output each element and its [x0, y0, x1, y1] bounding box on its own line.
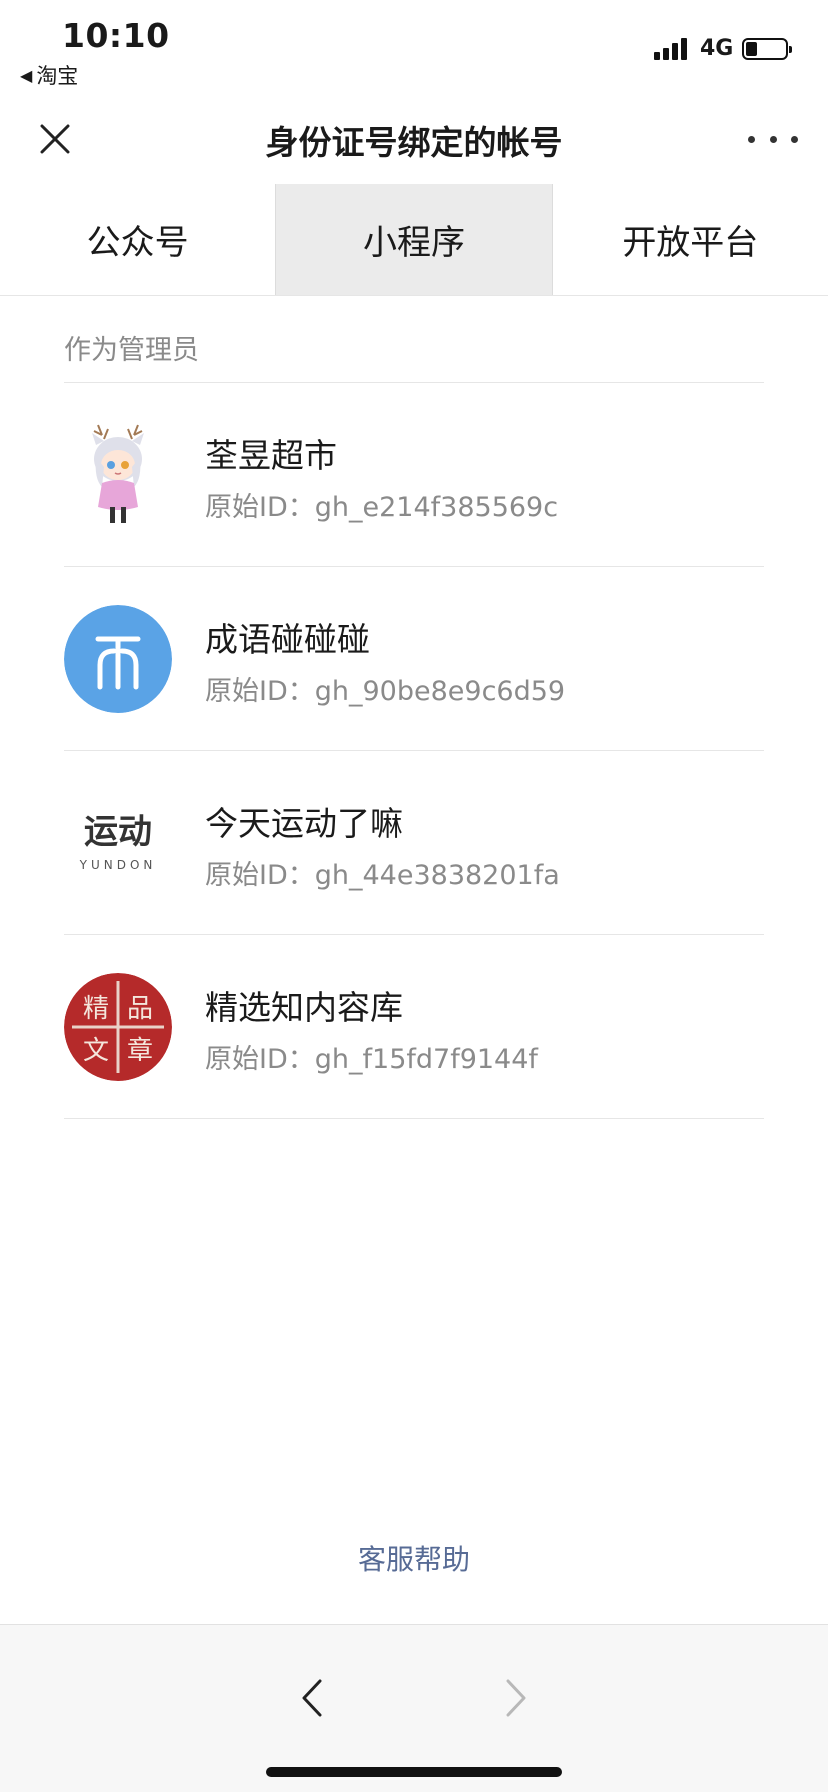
seal-logo-icon: 精 品 文 章: [64, 973, 172, 1081]
home-indicator[interactable]: [266, 1767, 562, 1777]
tab-official-account[interactable]: 公众号: [0, 184, 275, 295]
navigation-bar: 身份证号绑定的帐号: [0, 92, 828, 184]
item-original-id: 原始ID：gh_90be8e9c6d59: [205, 676, 566, 707]
item-original-id: 原始ID：gh_44e3838201fa: [205, 860, 560, 891]
list-item[interactable]: 成语碰碰碰 原始ID：gh_90be8e9c6d59: [64, 567, 764, 751]
logo-subtext: YUNDON: [79, 858, 157, 872]
seal-char: 章: [127, 1036, 153, 1066]
mini-program-list: 荃昱超市 原始ID：gh_e214f385569c 成语碰碰碰 原始ID：gh_…: [64, 382, 764, 1119]
forward-button[interactable]: [490, 1673, 540, 1723]
more-dot: [769, 135, 777, 143]
bottom-toolbar: [0, 1624, 828, 1792]
seal-char: 品: [127, 994, 153, 1024]
anime-girl-avatar-icon: [64, 421, 172, 529]
list-item[interactable]: 精 品 文 章 精选知内容库 原始ID：gh_f15fd7f9144f: [64, 935, 764, 1119]
list-item[interactable]: 荃昱超市 原始ID：gh_e214f385569c: [64, 383, 764, 567]
list-item[interactable]: 运动 YUNDON 今天运动了嘛 原始ID：gh_44e3838201fa: [64, 751, 764, 935]
back-to-app-link[interactable]: ◀ 淘宝: [20, 60, 78, 90]
battery-fill: [746, 42, 757, 56]
network-type: 4G: [700, 36, 734, 61]
tab-open-platform[interactable]: 开放平台: [553, 184, 828, 295]
chevron-left-icon: [302, 1679, 322, 1717]
blue-circle-logo-icon: [64, 605, 172, 713]
back-app-label: 淘宝: [36, 64, 79, 88]
item-original-id: 原始ID：gh_f15fd7f9144f: [205, 1044, 538, 1075]
signal-icon: [654, 38, 687, 60]
item-name: 今天运动了嘛: [205, 804, 403, 843]
item-name: 荃昱超市: [205, 436, 337, 475]
item-name: 精选知内容库: [205, 988, 403, 1027]
back-button[interactable]: [288, 1673, 338, 1723]
page-title: 身份证号绑定的帐号: [265, 123, 563, 162]
section-label: 作为管理员: [64, 335, 199, 366]
more-dot: [791, 135, 798, 143]
screen: 10:10 ◀ 淘宝 4G 身份证号绑定的帐号 公众号 小程序 开放平台 作为管…: [0, 0, 828, 1792]
status-bar: 10:10 ◀ 淘宝 4G: [0, 0, 828, 92]
more-button[interactable]: [748, 124, 798, 154]
logo-text: 运动: [84, 812, 152, 852]
status-time: 10:10: [62, 16, 170, 55]
seal-char: 精: [83, 994, 109, 1024]
more-dot: [748, 135, 755, 143]
seal-char: 文: [83, 1036, 109, 1066]
back-triangle-icon: ◀: [20, 65, 33, 85]
battery-icon: [742, 38, 792, 60]
tab-mini-program[interactable]: 小程序: [275, 184, 553, 295]
chevron-right-icon: [506, 1679, 526, 1717]
item-name: 成语碰碰碰: [205, 620, 370, 659]
item-original-id: 原始ID：gh_e214f385569c: [205, 492, 559, 523]
tab-bar: 公众号 小程序 开放平台: [0, 184, 828, 296]
yundong-logo-icon: 运动 YUNDON: [64, 789, 172, 897]
customer-service-link[interactable]: 客服帮助: [0, 1538, 828, 1578]
